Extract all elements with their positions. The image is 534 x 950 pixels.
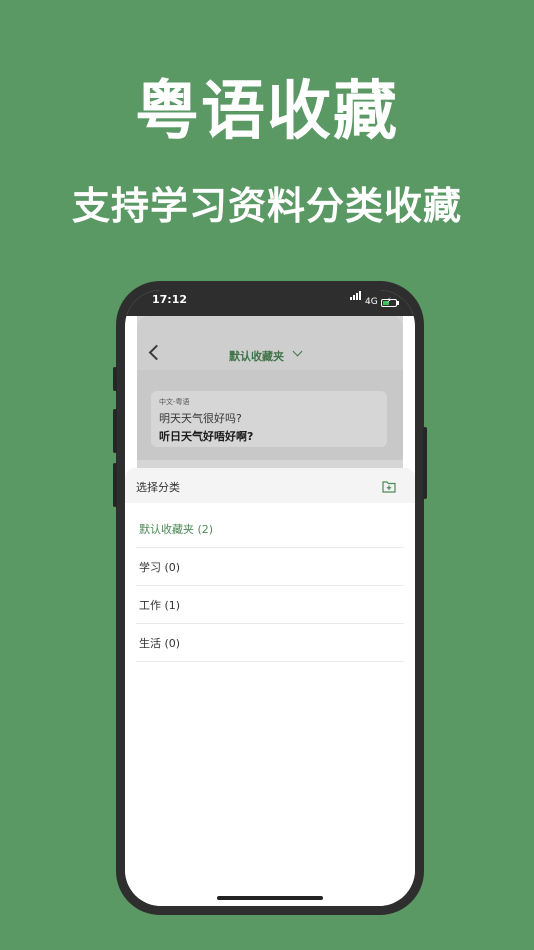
volume-down-button (113, 463, 117, 507)
network-type: 4G (365, 297, 378, 307)
notch (190, 290, 350, 312)
phone-frame: 17:12 4G ⚡ 默认收藏夹 中文-粤语 明天天气很好吗? 听日天气好唔好啊… (113, 281, 427, 915)
category-item-work[interactable]: 工作 (1) (136, 586, 404, 624)
category-sheet: 选择分类 默认收藏夹 (2) 学习 (0) 工作 (1) 生活 (0) (125, 468, 415, 906)
power-button (423, 427, 427, 499)
add-folder-icon[interactable] (382, 478, 396, 497)
mute-switch (113, 367, 117, 391)
category-item-study[interactable]: 学习 (0) (136, 548, 404, 586)
sheet-title: 选择分类 (136, 481, 180, 494)
promo-subline: 支持学习资料分类收藏 (71, 184, 462, 228)
category-item-default[interactable]: 默认收藏夹 (2) (136, 510, 404, 548)
battery-tip (397, 301, 399, 305)
app-window: 默认收藏夹 中文-粤语 明天天气很好吗? 听日天气好唔好啊? 选择分类 默认收藏… (125, 316, 415, 906)
phone-screen: 17:12 4G ⚡ 默认收藏夹 中文-粤语 明天天气很好吗? 听日天气好唔好啊… (125, 290, 415, 906)
category-item-life[interactable]: 生活 (0) (136, 624, 404, 662)
battery-charging-icon: ⚡ (381, 297, 397, 307)
home-indicator[interactable] (217, 896, 323, 900)
sheet-header: 选择分类 (125, 468, 415, 503)
category-list: 默认收藏夹 (2) 学习 (0) 工作 (1) 生活 (0) (136, 510, 404, 662)
status-time: 17:12 (152, 293, 188, 306)
volume-up-button (113, 409, 117, 453)
promo-headline: 粤语收藏 (135, 75, 399, 149)
